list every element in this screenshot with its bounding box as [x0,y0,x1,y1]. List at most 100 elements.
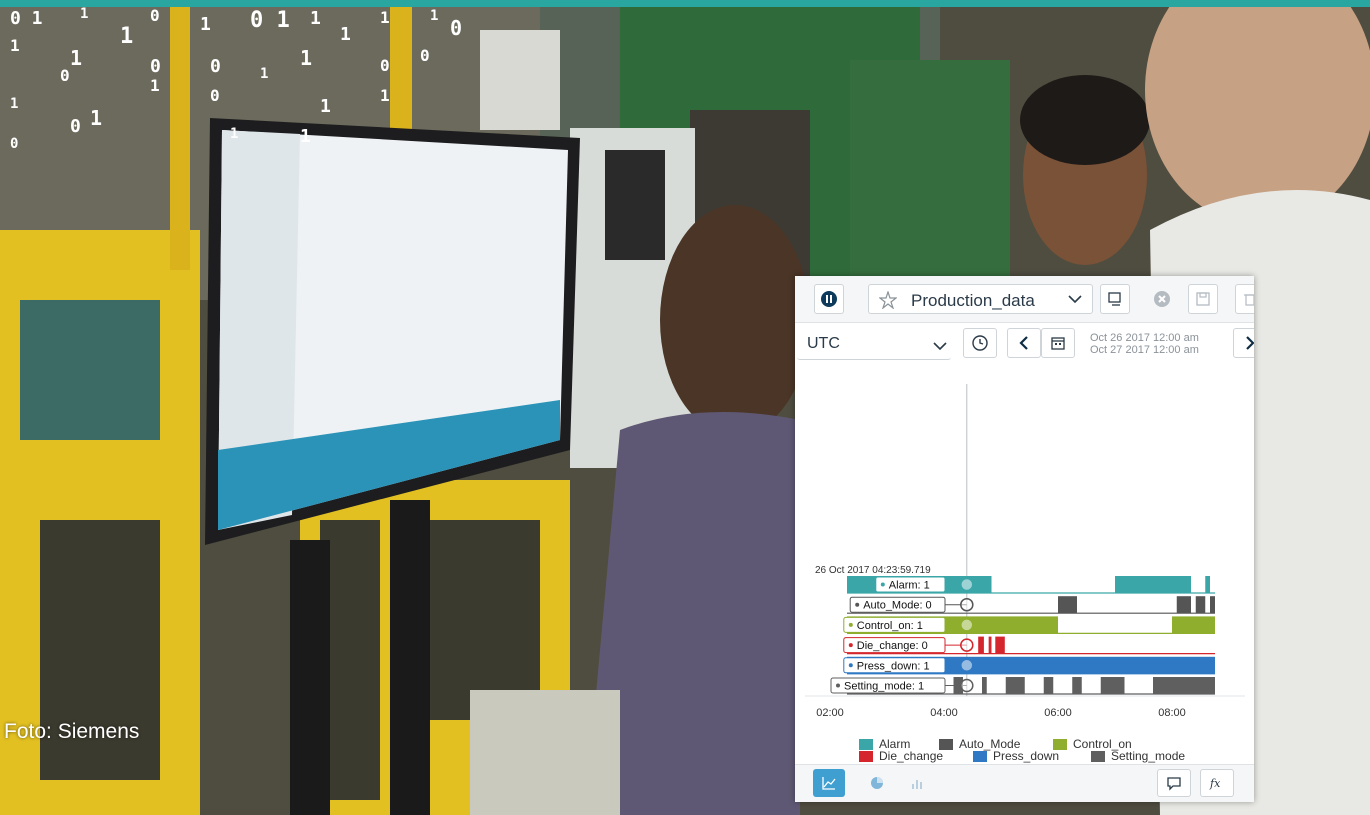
close-circle-icon [1154,291,1170,307]
next-range-button[interactable] [1233,328,1254,358]
series-bar [1172,616,1215,634]
series-marker [960,597,974,612]
binary-digit: 1 [300,126,311,147]
binary-digit: 1 [80,6,89,22]
binary-digit: 1 [430,8,439,24]
export-icon [1108,292,1121,306]
app-logo-button[interactable] [814,284,844,314]
date-range-display[interactable]: Oct 26 2017 12:00 am Oct 27 2017 12:00 a… [1066,329,1229,359]
binary-digit: 0 [420,46,430,65]
series-dot [855,602,860,607]
cursor-timestamp: 26 Oct 2017 04:23:59.719 [815,565,931,576]
series-dot [836,683,840,688]
series-dot [848,663,853,668]
previous-range-button[interactable] [1007,328,1041,358]
pie-chart-tab[interactable] [861,769,893,797]
chevron-right-icon [1246,336,1254,350]
legend-swatch [1091,750,1105,762]
calendar-icon [1051,337,1065,350]
timeline-chart[interactable]: 26 Oct 2017 04:23:59.719 Alarm: 1 Auto_Mod… [795,366,1254,762]
clock-icon [972,335,988,351]
time-picker-button[interactable] [963,328,997,358]
legend-item[interactable]: Die_change [859,749,943,763]
export-button[interactable] [1100,284,1130,314]
save-button[interactable] [1188,284,1218,314]
binary-digit: 1 [230,126,239,142]
binary-digit: 0 [10,136,19,152]
series-bar [1005,677,1025,694]
chevron-down-icon [1068,295,1082,304]
asset-select-value: Production_data [911,291,1035,310]
delete-button[interactable] [1235,284,1254,314]
legend-swatch [939,738,953,750]
series-label: Auto_Mode: 0 [849,596,946,613]
binary-digit: 0 [150,56,161,77]
binary-digit: 1 [90,106,103,130]
legend-item[interactable]: Press_down [973,749,1059,763]
binary-digit: 0 [70,116,81,137]
series-label: Setting_mode: 1 [830,677,946,694]
close-button[interactable] [1147,284,1177,314]
svg-text:fx: fx [1209,777,1221,790]
legend-swatch [1053,738,1067,750]
binary-digit: 1 [10,96,19,112]
series-bar [1043,677,1054,694]
series-label: Alarm: 1 [875,576,946,593]
chevron-left-icon [1019,336,1028,350]
timezone-select[interactable]: UTC [797,330,951,360]
bar-chart-tab[interactable] [901,769,933,797]
comment-icon [1167,777,1181,791]
binary-digit: 0 [150,6,160,25]
legend-swatch [859,750,873,762]
series-bar [1058,596,1077,614]
series-label-text: Control_on: 1 [857,620,923,632]
bar-chart-icon [912,780,922,789]
asset-select[interactable]: Production_data [868,284,1093,314]
app-logo-icon [821,291,837,307]
series-bar [982,677,987,694]
series-bar [1100,677,1125,694]
series-label-text: Press_down: 1 [857,660,930,672]
series-marker [960,658,974,673]
series-dot [848,643,853,648]
series-label-text: Alarm: 1 [889,580,930,592]
binary-digit: 1 [200,14,211,35]
series-bar [995,636,1005,654]
binary-digit: 1 [70,46,83,70]
series-label-text: Setting_mode: 1 [844,681,924,693]
binary-digit: 1 [260,66,269,82]
binary-digit: 1 [310,8,321,29]
binary-digit: 0 [380,56,390,75]
legend-label: Press_down [993,749,1060,763]
series-dot [848,622,853,627]
binary-digit: 1 [320,96,331,117]
panel-footer: fx [795,764,1254,802]
binary-digit: 1 [380,8,390,27]
legend-swatch [973,750,987,762]
legend-swatch [859,738,873,750]
comment-button[interactable] [1157,769,1191,797]
legend-item[interactable]: Setting_mode [1091,749,1185,763]
pie-chart-icon [871,777,883,789]
x-tick-label: 08:00 [1158,707,1186,719]
line-chart-tab[interactable] [813,769,845,797]
formula-button[interactable]: fx [1200,769,1234,797]
series-bar [1153,677,1215,694]
series-dot [880,582,885,587]
series-marker [960,638,974,652]
series-bar [978,636,984,654]
series-marker [960,678,974,693]
binary-digit: 0 [60,66,70,85]
series-label: Control_on: 1 [843,616,946,633]
series-label: Die_change: 0 [843,637,946,654]
series-marker [960,618,974,632]
series-bar [1176,596,1191,614]
line-chart-icon [822,777,836,790]
binary-digit: 1 [120,24,134,49]
x-tick-label: 06:00 [1044,707,1072,719]
series-bar [988,636,992,654]
binary-digit: 0 [210,56,221,77]
x-tick-label: 04:00 [930,707,958,719]
binary-digit: 0 1 [250,8,290,33]
delete-icon [1244,294,1254,306]
